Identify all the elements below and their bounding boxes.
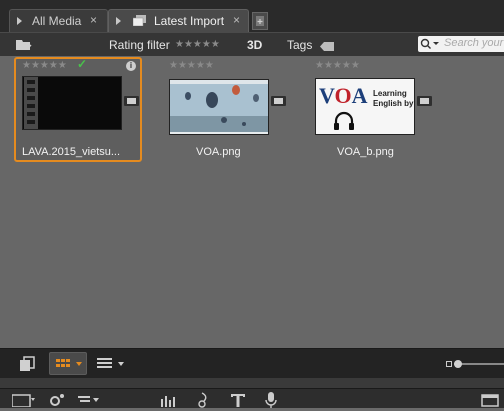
checkmark-icon: ✓	[77, 57, 88, 71]
rating-stars[interactable]: ★★★★★	[22, 60, 67, 71]
grid-view-icon	[56, 359, 82, 367]
voa-logo-text: VOA	[319, 83, 367, 109]
tags-label[interactable]: Tags	[287, 38, 312, 52]
zoom-out-icon[interactable]	[446, 361, 452, 367]
list-view-icon	[97, 358, 124, 368]
rating-filter-label[interactable]: Rating filter	[109, 38, 170, 52]
expand-arrow-icon[interactable]	[116, 17, 121, 25]
info-icon[interactable]: i	[126, 61, 136, 71]
view-controls-bar	[0, 348, 504, 378]
image-thumbnail[interactable]: VOA Learning English by	[315, 78, 415, 135]
title-icon[interactable]	[230, 392, 246, 411]
search-placeholder: Search your	[444, 37, 504, 49]
thumb-text-line2: English by	[373, 99, 414, 108]
close-icon[interactable]: ×	[90, 13, 97, 27]
tab-strip: All Media × Latest Import ×	[0, 0, 504, 32]
image-thumbnail[interactable]	[169, 79, 269, 135]
thumb-text-line1: Learning	[373, 89, 407, 98]
folder-stack-icon	[132, 15, 146, 27]
panel-icon[interactable]	[481, 393, 499, 410]
rating-stars[interactable]: ★★★★★	[169, 60, 214, 71]
video-thumbnail[interactable]	[22, 76, 122, 130]
music-note-icon[interactable]	[197, 392, 211, 411]
folder-icon[interactable]	[124, 96, 139, 106]
folder-icon[interactable]	[417, 96, 432, 106]
search-icon[interactable]	[420, 38, 440, 53]
3d-toggle[interactable]: 3D	[247, 38, 262, 52]
folder-import-icon[interactable]	[16, 38, 32, 54]
headphones-icon	[334, 111, 354, 130]
align-icon[interactable]	[78, 394, 100, 409]
balloon-photo	[170, 80, 268, 134]
search-input[interactable]: Search your	[418, 36, 504, 52]
rating-stars[interactable]: ★★★★★	[315, 60, 360, 71]
media-filename: LAVA.2015_vietsu...	[22, 146, 121, 158]
new-tab-button[interactable]	[252, 12, 268, 30]
new-tab-icon	[256, 16, 264, 26]
copy-icon[interactable]	[19, 356, 35, 375]
folder-icon[interactable]	[271, 96, 286, 106]
expand-arrow-icon[interactable]	[17, 17, 22, 25]
microphone-icon[interactable]	[264, 392, 278, 411]
timeline-icon[interactable]	[11, 393, 36, 410]
voa-logo-letter: O	[334, 83, 352, 108]
media-filename: VOA_b.png	[337, 146, 394, 158]
tab-label: Latest Import	[154, 14, 225, 28]
list-view-button[interactable]	[95, 355, 129, 371]
grid-view-button[interactable]	[49, 352, 87, 375]
tab-all-media[interactable]: All Media ×	[9, 9, 108, 32]
zoom-slider[interactable]	[446, 360, 504, 368]
zoom-handle[interactable]	[454, 360, 462, 368]
audio-levels-icon[interactable]	[160, 393, 178, 410]
voa-logo-letter: A	[351, 83, 368, 108]
tab-label: All Media	[32, 14, 82, 28]
media-filename: VOA.png	[196, 146, 241, 158]
timeline-toolbar	[0, 388, 504, 408]
rating-filter-stars[interactable]: ★★★★★	[175, 39, 220, 50]
tag-icon[interactable]	[320, 40, 334, 54]
voa-logo-letter: V	[319, 83, 335, 108]
settings-icon[interactable]	[48, 393, 68, 410]
close-icon[interactable]: ×	[233, 13, 240, 27]
tab-latest-import[interactable]: Latest Import ×	[108, 9, 249, 32]
film-strip-icon	[24, 77, 38, 129]
panel-divider[interactable]	[0, 378, 504, 388]
